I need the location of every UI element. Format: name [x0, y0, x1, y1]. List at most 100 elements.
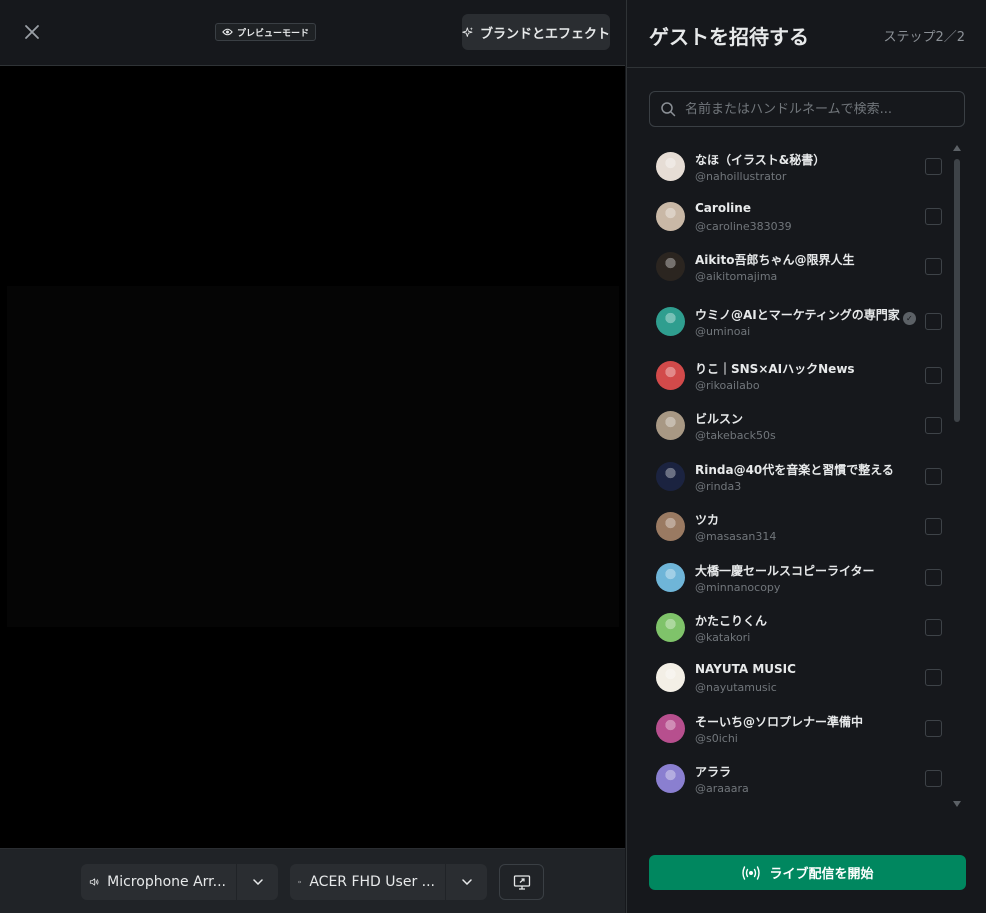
avatar — [656, 307, 685, 336]
guest-name: ビルスン — [695, 410, 743, 427]
guest-name: りこ｜SNS×AIハックNews — [695, 360, 855, 377]
guest-row[interactable]: ビルスン @takeback50s — [627, 400, 947, 450]
camera-dropdown[interactable] — [445, 864, 487, 900]
screen-share-icon — [513, 875, 530, 890]
scrollbar-thumb[interactable] — [954, 159, 960, 422]
avatar — [656, 764, 685, 793]
close-button[interactable] — [20, 20, 44, 44]
guest-select-checkbox[interactable] — [925, 569, 942, 586]
brand-effects-label: ブランドとエフェクト — [479, 26, 610, 42]
guest-name-text: 大橋一慶セールスコピーライター — [695, 564, 875, 578]
avatar — [656, 152, 685, 181]
panel-title: ゲストを招待する — [649, 25, 809, 49]
microphone-dropdown[interactable] — [236, 864, 278, 900]
broadcast-icon — [742, 865, 761, 880]
guest-row[interactable]: アララ @araaara — [627, 753, 947, 803]
guest-row[interactable]: なほ（イラスト&秘書） @nahoillustrator — [627, 141, 947, 191]
guest-name-text: ビルスン — [695, 412, 744, 426]
start-live-label: ライブ配信を開始 — [769, 867, 874, 882]
guest-select-checkbox[interactable] — [925, 720, 942, 737]
guest-select-checkbox[interactable] — [925, 258, 942, 275]
microphone-button[interactable]: Microphone Arr... — [81, 864, 236, 900]
guest-row[interactable]: NAYUTA MUSIC @nayutamusic — [627, 652, 947, 702]
screen-share-button[interactable] — [499, 864, 544, 900]
guest-select-checkbox[interactable] — [925, 208, 942, 225]
guest-row[interactable]: Aikito吾郎ちゃん@限界人生 @aikitomajima — [627, 241, 947, 291]
scrollbar[interactable] — [952, 145, 962, 808]
brand-effects-button[interactable]: ブランドとエフェクト — [462, 14, 610, 50]
guest-select-checkbox[interactable] — [925, 669, 942, 686]
guest-row[interactable]: そーいち@ソロプレナー準備中 @s0ichi — [627, 703, 947, 753]
guest-handle: @nahoillustrator — [695, 170, 787, 183]
avatar — [656, 663, 685, 692]
guest-row[interactable]: 大橋一慶セールスコピーライター @minnanocopy — [627, 552, 947, 602]
guest-name-text: かたこりくん — [695, 614, 768, 628]
guest-row[interactable]: ウミノ@AIとマーケティングの専門家 ✓ @uminoai — [627, 296, 947, 346]
guest-handle: @nayutamusic — [695, 681, 777, 694]
guest-select-checkbox[interactable] — [925, 313, 942, 330]
avatar — [656, 411, 685, 440]
guest-name: そーいち@ソロプレナー準備中 — [695, 713, 863, 730]
eye-icon — [222, 28, 233, 36]
guest-name: ウミノ@AIとマーケティングの専門家 ✓ — [695, 306, 916, 325]
avatar — [656, 462, 685, 491]
guest-row[interactable]: Caroline @caroline383039 — [627, 191, 947, 241]
guest-select-checkbox[interactable] — [925, 417, 942, 434]
preview-pane: プレビューモード ブランドとエフェクト Microphone Arr... AC… — [0, 0, 625, 913]
guest-name-text: そーいち@ソロプレナー準備中 — [695, 715, 864, 729]
camera-button[interactable]: ACER FHD User ... — [290, 864, 445, 900]
guest-select-checkbox[interactable] — [925, 367, 942, 384]
search-icon — [661, 102, 676, 117]
guest-name: なほ（イラスト&秘書） — [695, 151, 825, 168]
avatar — [656, 563, 685, 592]
guest-name-text: ツカ — [695, 513, 720, 527]
guest-search-input[interactable] — [685, 101, 955, 117]
guest-select-checkbox[interactable] — [925, 770, 942, 787]
guest-name-text: なほ（イラスト&秘書） — [695, 153, 826, 167]
preview-mode-label: プレビューモード — [237, 28, 310, 39]
guest-handle: @rinda3 — [695, 480, 742, 493]
guest-handle: @araaara — [695, 782, 749, 795]
camera-icon — [298, 881, 302, 883]
guest-list: なほ（イラスト&秘書） @nahoillustrator Caroline @caro… — [627, 141, 986, 811]
guest-name-text: Caroline — [695, 201, 751, 215]
panel-header: ゲストを招待する ステップ2／2 — [627, 0, 986, 68]
video-preview — [0, 66, 625, 848]
sparkle-icon — [462, 26, 473, 37]
guest-name-text: Aikito吾郎ちゃん@限界人生 — [695, 253, 855, 267]
avatar — [656, 361, 685, 390]
guest-handle: @minnanocopy — [695, 581, 781, 594]
guest-select-checkbox[interactable] — [925, 468, 942, 485]
guest-handle: @uminoai — [695, 325, 751, 338]
guest-name: かたこりくん — [695, 612, 767, 629]
guest-row[interactable]: りこ｜SNS×AIハックNews @rikoailabo — [627, 350, 947, 400]
camera-label: ACER FHD User ... — [309, 874, 435, 890]
camera-selector: ACER FHD User ... — [290, 864, 487, 900]
video-frame — [7, 286, 619, 627]
guest-name: Aikito吾郎ちゃん@限界人生 — [695, 251, 854, 268]
preview-mode-badge: プレビューモード — [215, 23, 317, 41]
guest-select-checkbox[interactable] — [925, 619, 942, 636]
avatar — [656, 613, 685, 642]
guest-handle: @masasan314 — [695, 530, 777, 543]
guest-row[interactable]: ツカ @masasan314 — [627, 501, 947, 551]
guest-select-checkbox[interactable] — [925, 518, 942, 535]
avatar — [656, 512, 685, 541]
device-bar: Microphone Arr... ACER FHD User ... — [0, 848, 625, 913]
verified-badge-icon: ✓ — [902, 312, 916, 325]
start-live-button[interactable]: ライブ配信を開始 — [649, 855, 966, 890]
guest-select-checkbox[interactable] — [925, 158, 942, 175]
guest-row[interactable]: かたこりくん @katakori — [627, 602, 947, 652]
guest-handle: @caroline383039 — [695, 220, 792, 233]
guest-name-text: ウミノ@AIとマーケティングの専門家 — [695, 308, 900, 322]
guest-handle: @takeback50s — [695, 429, 776, 442]
avatar — [656, 202, 685, 231]
guest-name: Caroline — [695, 201, 751, 215]
guest-name: NAYUTA MUSIC — [695, 662, 796, 676]
chevron-down-icon — [252, 879, 263, 885]
guest-handle: @aikitomajima — [695, 270, 778, 283]
scroll-down-arrow[interactable] — [953, 801, 961, 807]
guest-row[interactable]: Rinda@40代を音楽と習慣で整える @rinda3 — [627, 451, 947, 501]
invite-guests-panel: ゲストを招待する ステップ2／2 なほ（イラスト&秘書） @nahoillustr… — [626, 0, 986, 913]
scroll-up-arrow[interactable] — [953, 145, 961, 151]
